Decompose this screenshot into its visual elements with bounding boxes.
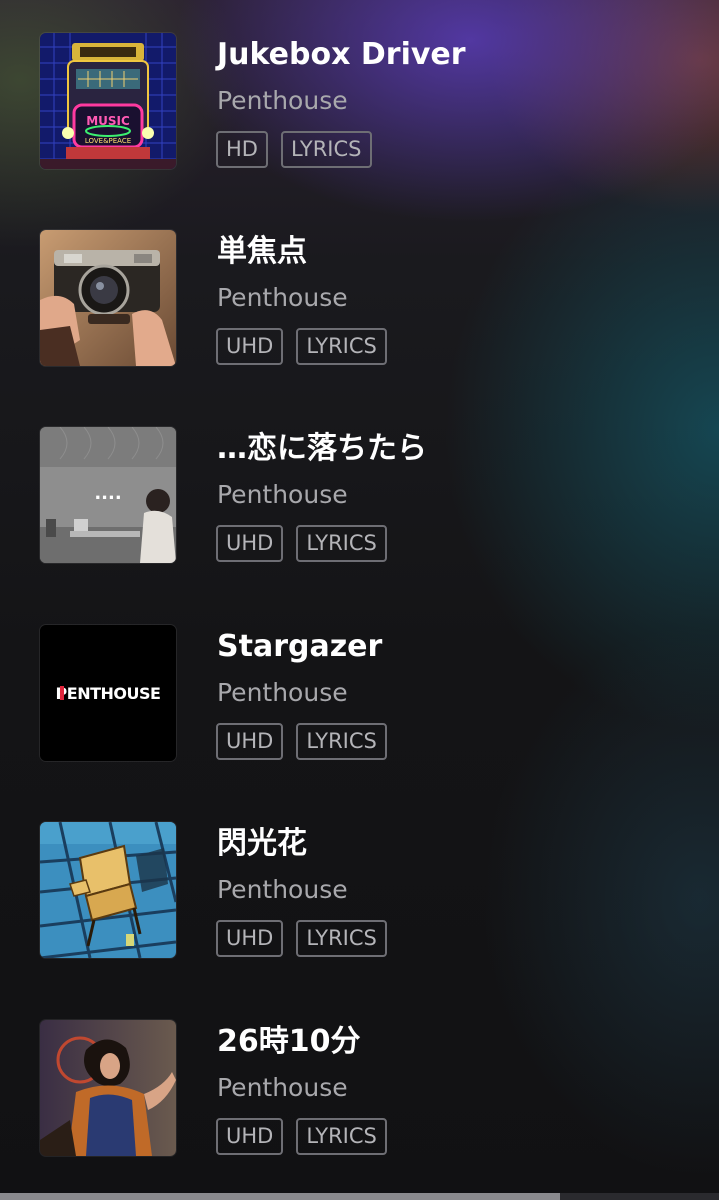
- singer-artwork: [40, 1020, 176, 1156]
- track-row[interactable]: .... …恋に落ちたら Penthouse UHD LYRICS: [0, 427, 719, 577]
- track-artist[interactable]: Penthouse: [217, 282, 348, 314]
- track-badges: UHD LYRICS: [216, 920, 387, 957]
- track-artist[interactable]: Penthouse: [217, 85, 348, 117]
- jukebox-artwork: MUSIC LOVE&PEACE: [40, 33, 176, 169]
- track-badges: UHD LYRICS: [216, 328, 387, 365]
- album-artwork-jukebox[interactable]: MUSIC LOVE&PEACE: [40, 33, 176, 169]
- scrollbar-thumb[interactable]: [0, 1193, 560, 1200]
- track-title[interactable]: 単焦点: [217, 232, 307, 272]
- track-artist[interactable]: Penthouse: [217, 1072, 348, 1104]
- lyrics-badge: LYRICS: [296, 723, 387, 760]
- room-artwork: ....: [40, 427, 176, 563]
- lyrics-badge: LYRICS: [280, 131, 372, 168]
- album-artwork-logo[interactable]: PENTHOUSE: [40, 625, 176, 761]
- lyrics-badge: LYRICS: [296, 328, 387, 365]
- track-row[interactable]: PENTHOUSE Stargazer Penthouse UHD LYRICS: [0, 625, 719, 775]
- album-artwork-room[interactable]: ....: [40, 427, 176, 563]
- track-row[interactable]: MUSIC LOVE&PEACE Jukebox Driver Penthous…: [0, 33, 719, 183]
- quality-badge: UHD: [216, 920, 284, 957]
- logo-artwork: PENTHOUSE: [40, 625, 176, 761]
- lyrics-badge: LYRICS: [296, 525, 387, 562]
- camera-artwork: [40, 230, 176, 366]
- track-badges: UHD LYRICS: [216, 723, 387, 760]
- track-row[interactable]: 単焦点 Penthouse UHD LYRICS: [0, 230, 719, 380]
- track-title[interactable]: Jukebox Driver: [217, 35, 466, 75]
- track-title[interactable]: 26時10分: [217, 1022, 361, 1062]
- track-artist[interactable]: Penthouse: [217, 874, 348, 906]
- app-screen: MUSIC LOVE&PEACE Jukebox Driver Penthous…: [0, 0, 719, 1200]
- track-badges: UHD LYRICS: [216, 525, 387, 562]
- track-title[interactable]: …恋に落ちたら: [217, 429, 427, 469]
- quality-badge: UHD: [216, 1118, 284, 1155]
- track-artist[interactable]: Penthouse: [217, 479, 348, 511]
- quality-badge: UHD: [216, 525, 284, 562]
- track-badges: HD LYRICS: [216, 131, 372, 168]
- album-artwork-camera[interactable]: [40, 230, 176, 366]
- chair-artwork: [40, 822, 176, 958]
- album-artwork-singer[interactable]: [40, 1020, 176, 1156]
- horizontal-scrollbar[interactable]: [0, 1193, 719, 1200]
- track-row[interactable]: 26時10分 Penthouse UHD LYRICS: [0, 1020, 719, 1170]
- track-artist[interactable]: Penthouse: [217, 677, 348, 709]
- artwork-text-lovepeace: LOVE&PEACE: [85, 137, 131, 145]
- track-row[interactable]: 閃光花 Penthouse UHD LYRICS: [0, 822, 719, 972]
- track-title[interactable]: Stargazer: [217, 627, 382, 667]
- track-title[interactable]: 閃光花: [217, 824, 307, 864]
- lyrics-badge: LYRICS: [296, 1118, 387, 1155]
- lyrics-badge: LYRICS: [296, 920, 387, 957]
- artwork-text-dots: ....: [94, 483, 121, 504]
- track-badges: UHD LYRICS: [216, 1118, 387, 1155]
- penthouse-logo: PENTHOUSE: [56, 684, 161, 703]
- quality-badge: UHD: [216, 328, 284, 365]
- album-artwork-chair[interactable]: [40, 822, 176, 958]
- quality-badge: UHD: [216, 723, 284, 760]
- quality-badge: HD: [216, 131, 268, 168]
